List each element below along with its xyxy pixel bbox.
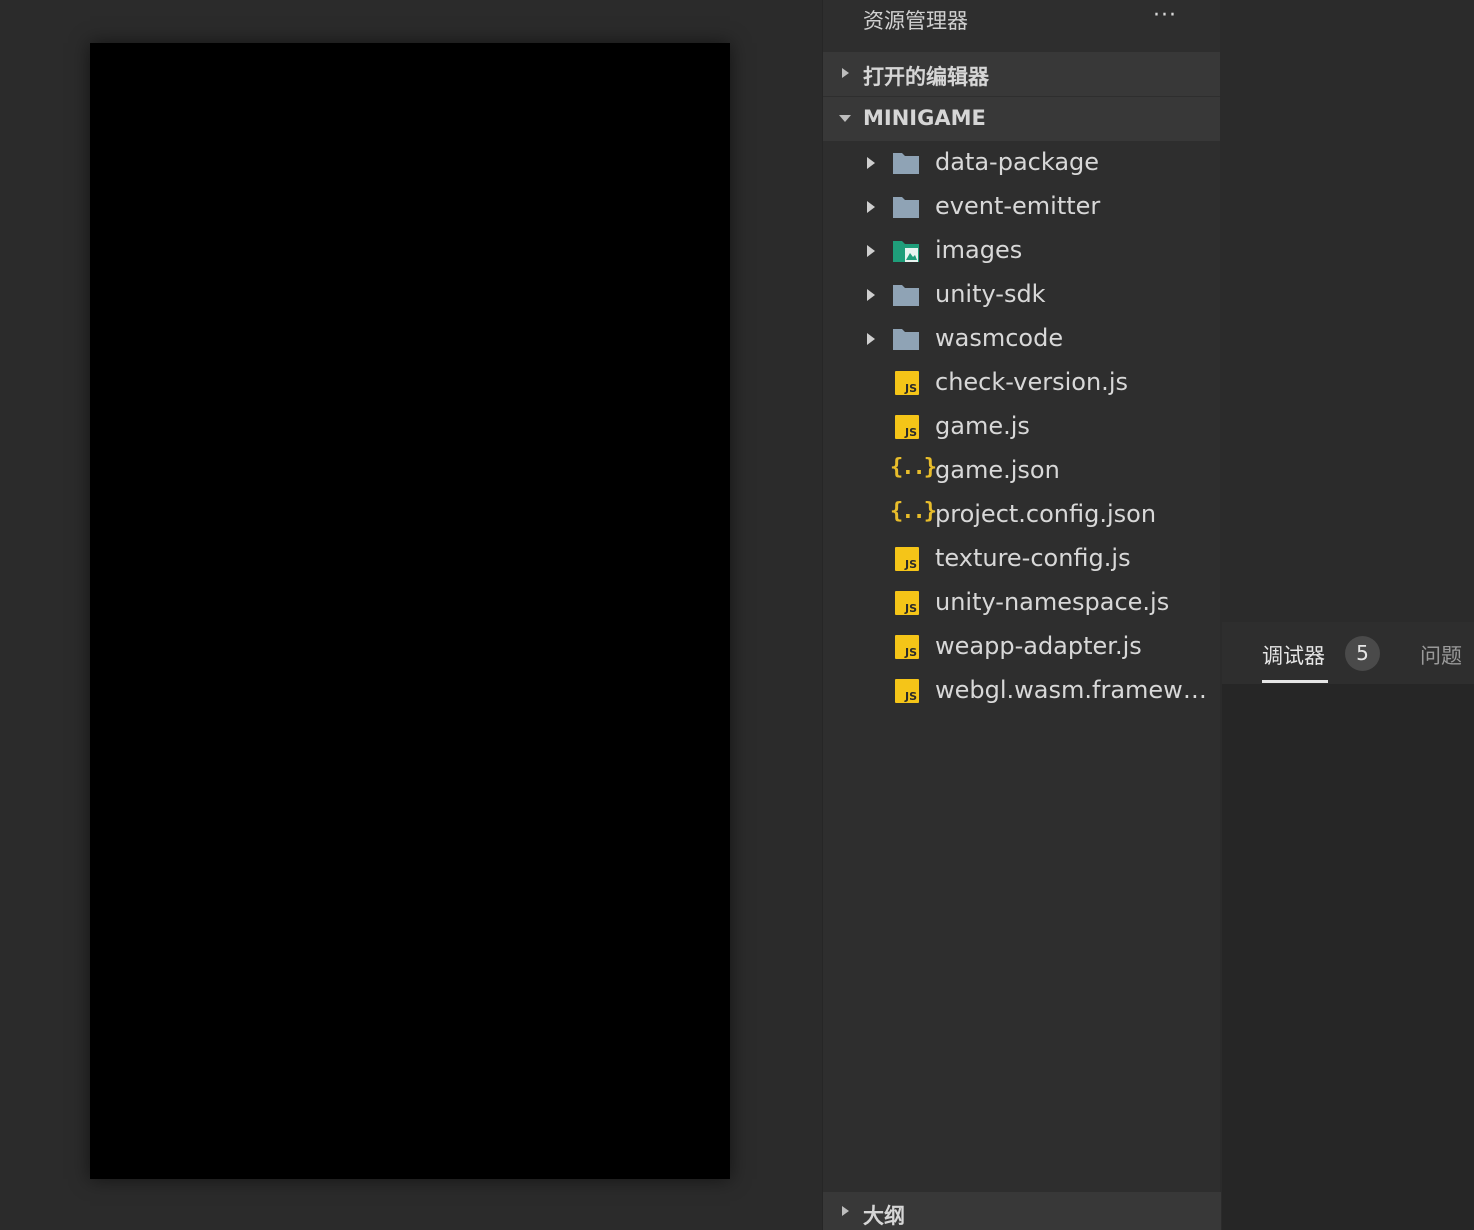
tree-item-label: check-version.js <box>935 368 1128 396</box>
js-file-icon: JS <box>895 371 919 395</box>
debug-content <box>1222 684 1474 1230</box>
simulator-area <box>0 0 822 1230</box>
tree-folder-data-package[interactable]: data-package <box>823 141 1221 185</box>
tree-item-label: data-package <box>935 148 1100 176</box>
tree-item-label: texture-config.js <box>935 544 1131 572</box>
js-file-icon: JS <box>895 415 919 439</box>
chevron-right-icon <box>867 333 875 345</box>
chevron-right-icon <box>842 68 849 78</box>
active-tab-indicator <box>1262 680 1328 683</box>
file-tree: data-package event-emitter images unity-… <box>823 141 1221 713</box>
json-file-icon: {..} <box>890 499 937 524</box>
simulator-screen[interactable] <box>90 43 730 1179</box>
tree-item-label: game.js <box>935 412 1030 440</box>
tree-item-label: unity-namespace.js <box>935 588 1170 616</box>
chevron-right-icon <box>867 245 875 257</box>
tree-file-webgl-wasm-framework[interactable]: JS webgl.wasm.framewor... <box>823 669 1221 713</box>
js-file-icon-label: JS <box>904 426 917 439</box>
open-editors-label: 打开的编辑器 <box>863 65 989 89</box>
folder-icon <box>893 285 919 306</box>
tree-file-texture-config[interactable]: JS texture-config.js <box>823 537 1221 581</box>
js-file-icon-label: JS <box>904 382 917 395</box>
tree-item-label: project.config.json <box>935 500 1157 528</box>
tree-file-unity-namespace[interactable]: JS unity-namespace.js <box>823 581 1221 625</box>
tree-file-game-json[interactable]: {..} game.json <box>823 449 1221 493</box>
tree-item-label: event-emitter <box>935 192 1101 220</box>
tree-folder-wasmcode[interactable]: wasmcode <box>823 317 1221 361</box>
chevron-down-icon <box>839 115 851 122</box>
tree-item-label: game.json <box>935 456 1060 484</box>
js-file-icon: JS <box>895 635 919 659</box>
open-editors-section[interactable]: 打开的编辑器 <box>823 52 1221 96</box>
images-folder-icon <box>893 241 919 262</box>
tree-item-label: wasmcode <box>935 324 1064 352</box>
more-actions-button[interactable]: ··· <box>1153 4 1185 32</box>
devtools-window: 资源管理器 ··· 打开的编辑器 MINIGAME data-package e… <box>0 0 1474 1230</box>
js-file-icon-label: JS <box>904 690 917 703</box>
editor-area <box>1220 0 1474 622</box>
tree-item-label: webgl.wasm.framewor... <box>935 676 1215 704</box>
folder-icon <box>893 153 919 174</box>
tab-debugger[interactable]: 调试器 <box>1262 640 1325 670</box>
tree-file-game-js[interactable]: JS game.js <box>823 405 1221 449</box>
chevron-right-icon <box>842 1206 849 1216</box>
js-file-icon-label: JS <box>904 558 917 571</box>
explorer-title: 资源管理器 <box>863 9 968 33</box>
outline-label: 大纲 <box>863 1204 905 1228</box>
tab-problems[interactable]: 问题 <box>1420 640 1462 670</box>
tree-item-label: unity-sdk <box>935 280 1046 308</box>
tree-file-project-config[interactable]: {..} project.config.json <box>823 493 1221 537</box>
debugger-count-badge: 5 <box>1345 636 1380 671</box>
json-file-icon: {..} <box>890 455 937 480</box>
js-file-icon: JS <box>895 679 919 703</box>
folder-icon <box>893 329 919 350</box>
debug-panel: 调试器 5 问题 <box>1222 622 1474 1230</box>
js-file-icon: JS <box>895 591 919 615</box>
folder-icon <box>893 197 919 218</box>
tree-item-label: images <box>935 236 1023 264</box>
project-label: MINIGAME <box>863 106 986 130</box>
tree-folder-images[interactable]: images <box>823 229 1221 273</box>
tree-file-weapp-adapter[interactable]: JS weapp-adapter.js <box>823 625 1221 669</box>
js-file-icon: JS <box>895 547 919 571</box>
tree-folder-event-emitter[interactable]: event-emitter <box>823 185 1221 229</box>
explorer-panel: 资源管理器 ··· 打开的编辑器 MINIGAME data-package e… <box>822 0 1221 1230</box>
tree-folder-unity-sdk[interactable]: unity-sdk <box>823 273 1221 317</box>
explorer-header: 资源管理器 ··· <box>823 0 1221 40</box>
chevron-right-icon <box>867 201 875 213</box>
outline-section[interactable]: 大纲 <box>823 1192 1221 1230</box>
js-file-icon-label: JS <box>904 602 917 615</box>
js-file-icon-label: JS <box>904 646 917 659</box>
debug-tab-bar: 调试器 5 问题 <box>1222 622 1474 684</box>
chevron-right-icon <box>867 157 875 169</box>
chevron-right-icon <box>867 289 875 301</box>
tree-item-label: weapp-adapter.js <box>935 632 1142 660</box>
tree-file-check-version[interactable]: JS check-version.js <box>823 361 1221 405</box>
project-section[interactable]: MINIGAME <box>823 97 1221 141</box>
